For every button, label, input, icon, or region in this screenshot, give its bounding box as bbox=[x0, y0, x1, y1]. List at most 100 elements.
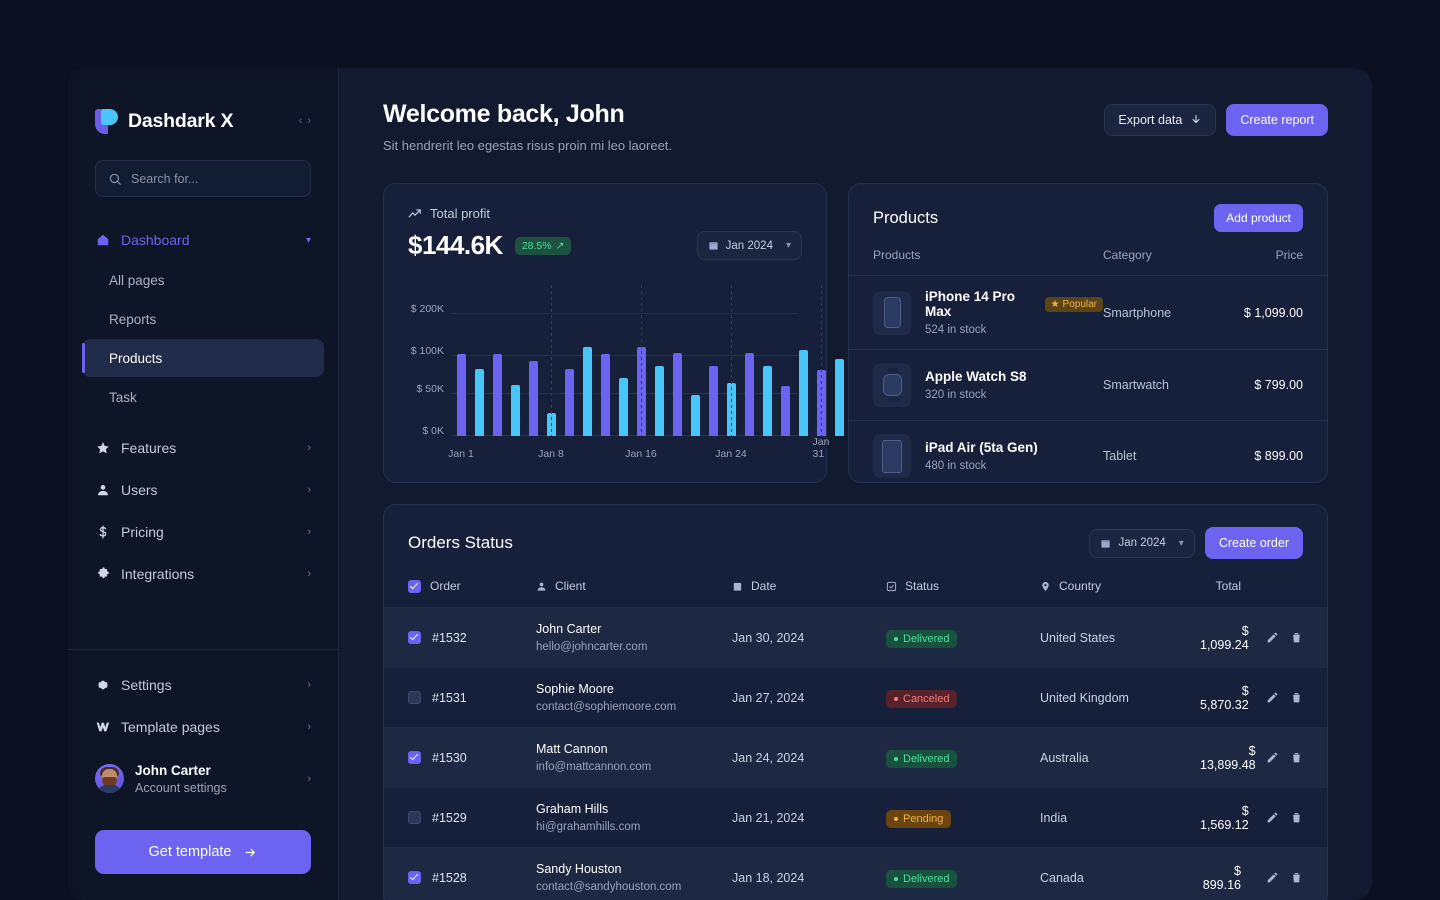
sidebar-group-label: Dashboard bbox=[121, 232, 190, 248]
row-checkbox[interactable] bbox=[408, 631, 421, 644]
sidebar-item-products[interactable]: Products bbox=[82, 339, 324, 377]
table-row[interactable]: #1530Matt Cannoninfo@mattcannon.comJan 2… bbox=[384, 727, 1327, 787]
sidebar-item-template-pages[interactable]: Template pages › bbox=[82, 706, 324, 748]
product-popular-badge: ★ Popular bbox=[1045, 297, 1103, 312]
user-icon bbox=[95, 483, 111, 497]
sidebar-item-all-pages[interactable]: All pages bbox=[82, 261, 324, 299]
sidebar-item-label: Settings bbox=[121, 677, 172, 693]
total-profit-value-row: $144.6K 28.5% ↗ Jan 2024 ▾ bbox=[408, 230, 802, 261]
sidebar-item-settings[interactable]: Settings › bbox=[82, 664, 324, 706]
row-checkbox[interactable] bbox=[408, 811, 421, 824]
status-dot-icon bbox=[894, 877, 898, 881]
sidebar-bottom-nav: Settings › Template pages › John Carter … bbox=[68, 650, 338, 804]
row-checkbox[interactable] bbox=[408, 751, 421, 764]
trash-icon[interactable] bbox=[1290, 871, 1303, 884]
export-data-button[interactable]: Export data bbox=[1104, 104, 1216, 136]
product-row[interactable]: iPad Air (5ta Gen) 480 in stock Tablet $… bbox=[849, 421, 1327, 491]
tablet-icon bbox=[873, 434, 911, 478]
sidebar-item-label: All pages bbox=[109, 273, 165, 288]
order-id-cell: #1530 bbox=[408, 751, 536, 765]
client-email: info@mattcannon.com bbox=[536, 761, 732, 773]
trash-icon[interactable] bbox=[1290, 751, 1303, 764]
status-cell: Delivered bbox=[886, 628, 1040, 648]
client-email: contact@sophiemoore.com bbox=[536, 701, 732, 713]
home-icon bbox=[95, 233, 111, 247]
product-row[interactable]: Apple Watch S8 320 in stock Smartwatch $… bbox=[849, 350, 1327, 421]
order-country: United States bbox=[1040, 631, 1200, 645]
sidebar-group-dashboard[interactable]: Dashboard ▾ bbox=[82, 225, 324, 255]
table-row[interactable]: #1529Graham Hillshi@grahamhills.comJan 2… bbox=[384, 787, 1327, 847]
pencil-icon[interactable] bbox=[1266, 691, 1279, 704]
products-card-title: Products bbox=[873, 209, 938, 228]
page-subtitle: Sit hendrerit leo egestas risus proin mi… bbox=[383, 138, 672, 153]
get-template-button[interactable]: Get template bbox=[95, 830, 311, 874]
trash-icon[interactable] bbox=[1290, 631, 1303, 644]
client-email: contact@sandyhouston.com bbox=[536, 881, 732, 893]
webflow-icon bbox=[95, 721, 111, 733]
select-all-checkbox[interactable] bbox=[408, 580, 421, 593]
sidebar-nav: Dashboard ▾ All pages Reports Products T… bbox=[68, 197, 338, 635]
download-icon bbox=[1190, 114, 1202, 126]
chart-bar bbox=[457, 354, 466, 436]
order-id: #1532 bbox=[432, 631, 467, 645]
row-checkbox[interactable] bbox=[408, 691, 421, 704]
orders-col-country: Country bbox=[1040, 579, 1200, 593]
pencil-icon[interactable] bbox=[1266, 631, 1279, 644]
search-input[interactable] bbox=[131, 172, 298, 186]
row-checkbox[interactable] bbox=[408, 871, 421, 884]
create-order-button[interactable]: Create order bbox=[1205, 527, 1303, 559]
order-country: India bbox=[1040, 811, 1200, 825]
sidebar-collapse-icon[interactable]: ‹ › bbox=[299, 115, 312, 127]
trash-icon[interactable] bbox=[1290, 811, 1303, 824]
pencil-icon[interactable] bbox=[1266, 871, 1279, 884]
orders-col-client: Client bbox=[536, 579, 732, 593]
sidebar-item-pricing[interactable]: Pricing › bbox=[82, 511, 324, 553]
check-square-icon bbox=[886, 581, 897, 592]
chart-bar bbox=[745, 353, 754, 436]
product-name: iPhone 14 Pro Max bbox=[925, 289, 1036, 319]
order-id-cell: #1529 bbox=[408, 811, 536, 825]
table-row[interactable]: #1528Sandy Houstoncontact@sandyhouston.c… bbox=[384, 847, 1327, 900]
status-cell: Pending bbox=[886, 808, 1040, 828]
sidebar-user-account[interactable]: John Carter Account settings › bbox=[82, 754, 324, 804]
product-info: Apple Watch S8 320 in stock bbox=[925, 369, 1103, 401]
chevron-down-icon: ▾ bbox=[786, 240, 791, 251]
status-dot-icon bbox=[894, 637, 898, 641]
sidebar-item-features[interactable]: Features › bbox=[82, 427, 324, 469]
arrow-right-icon bbox=[243, 846, 258, 859]
add-product-button[interactable]: Add product bbox=[1214, 204, 1303, 232]
orders-date-filter[interactable]: Jan 2024 ▾ bbox=[1089, 529, 1194, 558]
create-report-button[interactable]: Create report bbox=[1226, 104, 1328, 136]
trash-icon[interactable] bbox=[1290, 691, 1303, 704]
chart-bar bbox=[529, 361, 538, 436]
client-cell: Matt Cannoninfo@mattcannon.com bbox=[536, 742, 732, 773]
sidebar-item-label: Reports bbox=[109, 312, 156, 327]
search-box[interactable] bbox=[95, 160, 311, 197]
chart-bar bbox=[799, 350, 808, 436]
sidebar-item-users[interactable]: Users › bbox=[82, 469, 324, 511]
profit-date-filter[interactable]: Jan 2024 ▾ bbox=[697, 231, 802, 260]
chart-y-tick-label: $ 50K bbox=[417, 383, 444, 395]
row-actions bbox=[1266, 871, 1303, 884]
order-id: #1530 bbox=[432, 751, 467, 765]
client-name: Sandy Houston bbox=[536, 862, 732, 876]
table-row[interactable]: #1532John Carterhello@johncarter.comJan … bbox=[384, 607, 1327, 667]
sidebar-item-reports[interactable]: Reports bbox=[82, 300, 324, 338]
pencil-icon[interactable] bbox=[1266, 751, 1279, 764]
orders-date-filter-label: Jan 2024 bbox=[1118, 537, 1165, 549]
status-label: Delivered bbox=[903, 753, 949, 765]
dashdark-logo-icon bbox=[95, 109, 118, 134]
phone-icon bbox=[873, 291, 911, 335]
client-cell: Sophie Moorecontact@sophiemoore.com bbox=[536, 682, 732, 713]
pencil-icon[interactable] bbox=[1266, 811, 1279, 824]
order-country: United Kingdom bbox=[1040, 691, 1200, 705]
orders-column-headers: Order Client Date bbox=[384, 559, 1327, 607]
product-price: $ 899.00 bbox=[1223, 449, 1303, 463]
chevron-right-icon: › bbox=[307, 773, 311, 785]
chart-gridline bbox=[452, 313, 798, 314]
table-row[interactable]: #1531Sophie Moorecontact@sophiemoore.com… bbox=[384, 667, 1327, 727]
product-row[interactable]: iPhone 14 Pro Max ★ Popular 524 in stock… bbox=[849, 276, 1327, 350]
status-dot-icon bbox=[894, 757, 898, 761]
sidebar-item-integrations[interactable]: Integrations › bbox=[82, 553, 324, 595]
sidebar-item-task[interactable]: Task bbox=[82, 378, 324, 416]
